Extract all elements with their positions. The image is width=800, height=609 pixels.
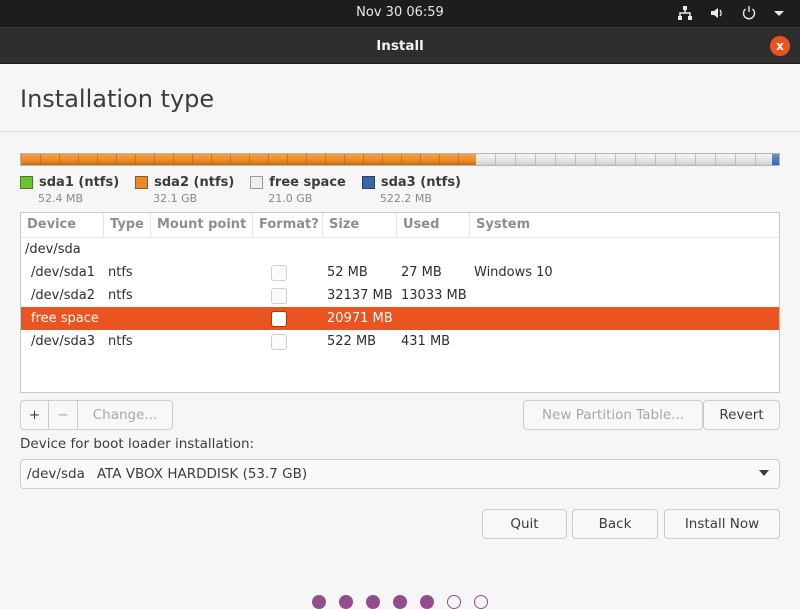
table-row[interactable]: /dev/sda1 ntfs 52 MB 27 MB Windows 10: [21, 261, 779, 284]
cell-size: 52 MB: [327, 265, 368, 280]
disk-segment-sda3: [771, 154, 779, 165]
legend-item: sda3 (ntfs) 522.2 MB: [361, 175, 461, 205]
cell-device: /dev/sda: [25, 242, 81, 257]
revert-button[interactable]: Revert: [703, 400, 780, 430]
cell-used: 13033 MB: [401, 288, 467, 303]
progress-dot: [312, 595, 326, 609]
change-partition-button[interactable]: Change...: [78, 401, 172, 429]
close-button[interactable]: x: [770, 36, 790, 56]
system-tray[interactable]: [676, 4, 790, 22]
legend-label: sda1 (ntfs): [39, 175, 120, 190]
bootloader-device: /dev/sda: [27, 466, 85, 482]
cell-device: free space: [31, 311, 99, 326]
legend-size: 52.4 MB: [38, 192, 84, 205]
cell-type: ntfs: [108, 334, 133, 349]
column-header-device[interactable]: Device: [21, 213, 104, 237]
column-header-size[interactable]: Size: [323, 213, 397, 237]
header-divider: [0, 131, 800, 132]
legend-swatch: [135, 176, 149, 189]
cell-used: 431 MB: [401, 334, 451, 349]
network-icon[interactable]: [676, 4, 694, 22]
power-icon[interactable]: [740, 4, 758, 22]
cell-device: /dev/sda3: [31, 334, 95, 349]
cell-size: 32137 MB: [327, 288, 393, 303]
format-checkbox[interactable]: [271, 287, 287, 304]
disk-segment-sda2: [22, 154, 476, 165]
page-title: Installation type: [20, 85, 215, 113]
system-top-bar: Nov 30 06:59: [0, 0, 800, 27]
legend-name: sda1 (ntfs): [20, 175, 119, 190]
cell-device: /dev/sda1: [31, 265, 95, 280]
partition-edit-group: + − Change...: [20, 400, 173, 430]
column-header-used[interactable]: Used: [397, 213, 470, 237]
legend-label: free space: [269, 175, 346, 190]
cell-size: 20971 MB: [327, 311, 393, 326]
table-row[interactable]: /dev/sda3 ntfs 522 MB 431 MB: [21, 330, 779, 353]
window-titlebar: Install x: [0, 27, 800, 64]
legend-label: sda3 (ntfs): [380, 175, 461, 190]
quit-button[interactable]: Quit: [482, 509, 567, 539]
table-row[interactable]: /dev/sda: [21, 238, 779, 261]
cell-system: Windows 10: [474, 265, 553, 280]
remove-partition-button[interactable]: −: [49, 401, 78, 429]
legend-size: 32.1 GB: [153, 192, 198, 205]
disk-segment-free: [475, 154, 772, 165]
table-row[interactable]: /dev/sda2 ntfs 32137 MB 13033 MB: [21, 284, 779, 307]
progress-dot: [393, 595, 407, 609]
bootloader-label: Device for boot loader installation:: [20, 436, 255, 452]
cell-device: /dev/sda2: [31, 288, 95, 303]
legend-item: free space 21.0 GB: [250, 175, 346, 205]
add-partition-button[interactable]: +: [21, 401, 49, 429]
install-now-button[interactable]: Install Now: [664, 509, 780, 539]
bootloader-device-desc: ATA VBOX HARDDISK (53.7 GB): [96, 466, 308, 482]
progress-dot: [474, 595, 488, 609]
legend-swatch: [250, 176, 264, 189]
legend-size: 522.2 MB: [379, 192, 432, 205]
partition-table[interactable]: Device Type Mount point Format? Size Used Syst…: [20, 212, 780, 393]
cell-format: [253, 310, 323, 327]
table-header: Device Type Mount point Format? Size Used Syst…: [21, 213, 779, 238]
legend-size: 21.0 GB: [268, 192, 313, 205]
cell-type: ntfs: [108, 288, 133, 303]
format-checkbox[interactable]: [271, 264, 287, 281]
column-header-format[interactable]: Format?: [253, 213, 323, 237]
window-title: Install: [376, 38, 424, 54]
cell-format: [253, 333, 323, 350]
format-checkbox[interactable]: [271, 310, 287, 327]
cell-format: [253, 264, 323, 281]
dropdown-arrow-icon: [759, 470, 769, 476]
cell-format: [253, 287, 323, 304]
column-header-type[interactable]: Type: [104, 213, 151, 237]
progress-dot: [339, 595, 353, 609]
new-partition-table-button[interactable]: New Partition Table...: [523, 400, 703, 430]
legend-name: sda2 (ntfs): [135, 175, 234, 190]
legend-label: sda2 (ntfs): [154, 175, 235, 190]
progress-dots: [312, 595, 488, 609]
legend-swatch: [361, 176, 375, 189]
legend-name: sda3 (ntfs): [361, 175, 461, 190]
back-button[interactable]: Back: [572, 509, 658, 539]
cell-size: 522 MB: [327, 334, 377, 349]
legend-item: sda1 (ntfs) 52.4 MB: [20, 175, 119, 205]
legend-swatch: [20, 176, 33, 189]
cell-type: ntfs: [108, 265, 133, 280]
menu-arrow-icon[interactable]: [772, 4, 790, 22]
bootloader-device-select[interactable]: /dev/sda ATA VBOX HARDDISK (53.7 GB): [20, 459, 780, 489]
legend-name: free space: [250, 175, 346, 190]
legend-item: sda2 (ntfs) 32.1 GB: [135, 175, 234, 205]
volume-icon[interactable]: [708, 4, 726, 22]
column-header-mount-point[interactable]: Mount point: [151, 213, 253, 237]
disk-usage-bar: [20, 153, 780, 166]
cell-used: 27 MB: [401, 265, 442, 280]
table-row[interactable]: free space 20971 MB: [21, 307, 779, 330]
progress-dot: [420, 595, 434, 609]
progress-dot: [366, 595, 380, 609]
column-header-system[interactable]: System: [470, 213, 779, 237]
progress-dot: [447, 595, 461, 609]
table-body: /dev/sda/dev/sda1 ntfs 52 MB 27 MB Windows 1…: [21, 238, 779, 353]
format-checkbox[interactable]: [271, 333, 287, 350]
close-icon: x: [776, 39, 784, 53]
disk-legend: sda1 (ntfs) 52.4 MB sda2 (ntfs) 32.1 GB free…: [20, 175, 477, 205]
